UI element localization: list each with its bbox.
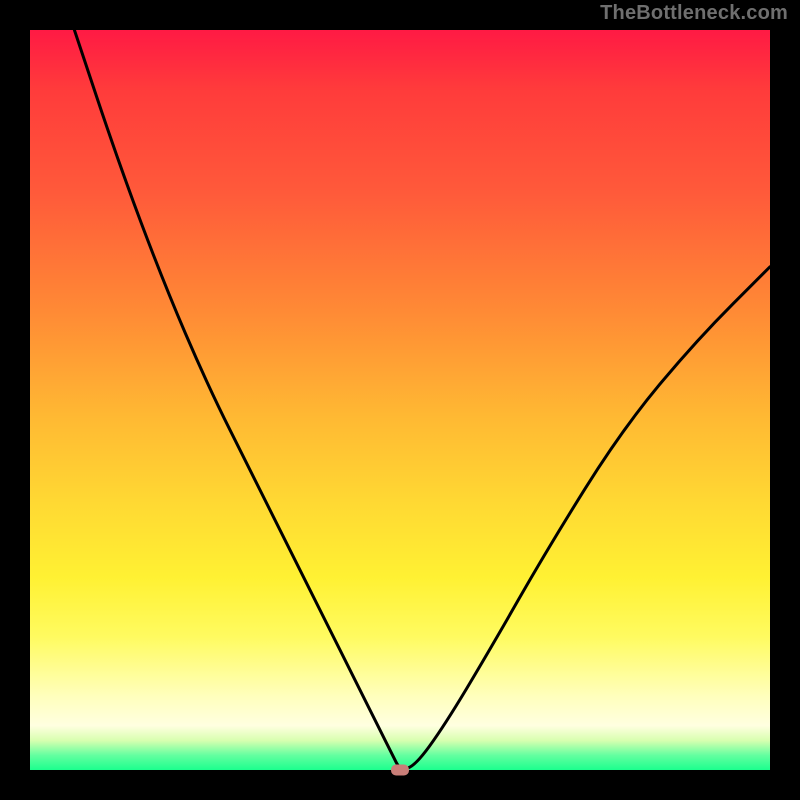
chart-container: TheBottleneck.com bbox=[0, 0, 800, 800]
curve-svg bbox=[30, 30, 770, 770]
optimum-marker bbox=[391, 765, 409, 776]
plot-area bbox=[30, 30, 770, 770]
watermark-text: TheBottleneck.com bbox=[600, 2, 788, 25]
bottleneck-curve-path bbox=[74, 30, 770, 769]
